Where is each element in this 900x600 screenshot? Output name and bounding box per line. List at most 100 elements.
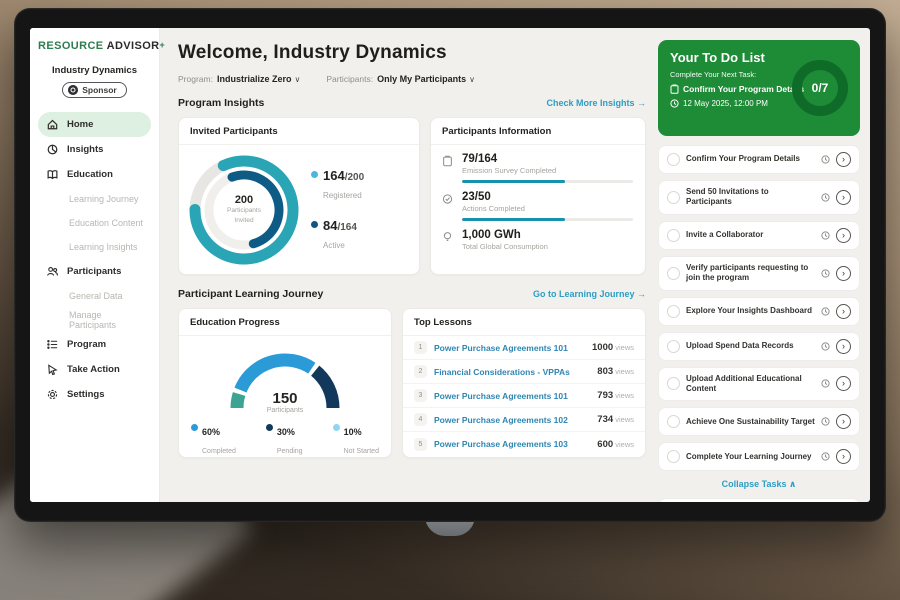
sidebar-item-general-data[interactable]: General Data: [38, 284, 151, 308]
lesson-title-link[interactable]: Financial Considerations - VPPAs: [434, 367, 590, 377]
go-to-learning-journey-link[interactable]: Go to Learning Journey →: [533, 289, 646, 299]
task-row[interactable]: Upload Additional Educational Content ›: [658, 367, 860, 402]
dashboard-screen: RESOURCE ADVISOR+ Industry Dynamics Spon…: [30, 28, 870, 502]
task-row[interactable]: Invite a Collaborator ›: [658, 221, 860, 250]
clock-icon: [821, 155, 830, 164]
task-row[interactable]: Upload Spend Data Records ›: [658, 332, 860, 361]
task-row[interactable]: Confirm Your Program Details ›: [658, 145, 860, 174]
legend-label: Active: [323, 241, 345, 250]
invited-participants-card: Invited Participants 200 Participants In…: [178, 117, 420, 275]
participants-filter-value: Only My Participants: [377, 74, 466, 84]
actions-icon: [441, 191, 454, 205]
lesson-title-link[interactable]: Power Purchase Agreements 101: [434, 391, 590, 401]
info-value: 23/50: [462, 191, 633, 203]
task-checkbox[interactable]: [667, 305, 680, 318]
task-go-button[interactable]: ›: [836, 228, 851, 243]
info-row-actions: 23/50 Actions Completed: [431, 183, 645, 221]
views-suffix: views: [613, 343, 634, 352]
sidebar-item-insights[interactable]: Insights: [38, 137, 151, 162]
todo-next-time: 12 May 2025, 12:00 PM: [683, 99, 768, 108]
task-go-button[interactable]: ›: [836, 449, 851, 464]
lesson-title-link[interactable]: Power Purchase Agreements 102: [434, 415, 590, 425]
task-checkbox[interactable]: [667, 415, 680, 428]
legend-value: 84: [323, 218, 337, 233]
task-checkbox[interactable]: [667, 267, 680, 280]
info-value: 1,000 GWh: [462, 229, 633, 241]
sidebar-item-label: Participants: [67, 266, 121, 277]
sidebar-item-label: General Data: [69, 291, 123, 301]
task-row[interactable]: Explore Your Insights Dashboard ›: [658, 297, 860, 326]
info-value: 79/164: [462, 153, 633, 165]
task-go-button[interactable]: ›: [836, 414, 851, 429]
task-checkbox[interactable]: [667, 153, 680, 166]
info-label: Emission Survey Completed: [462, 166, 633, 175]
task-go-button[interactable]: ›: [836, 304, 851, 319]
legend-dot: [266, 424, 273, 431]
task-checkbox[interactable]: [667, 450, 680, 463]
link-label: Go to Learning Journey: [533, 289, 635, 299]
task-checkbox[interactable]: [667, 191, 680, 204]
task-go-button[interactable]: ›: [836, 152, 851, 167]
lesson-rank: 2: [414, 365, 427, 378]
task-checkbox[interactable]: [667, 377, 680, 390]
task-go-button[interactable]: ›: [836, 190, 851, 205]
task-checkbox[interactable]: [667, 340, 680, 353]
lesson-title-link[interactable]: Power Purchase Agreements 103: [434, 439, 590, 449]
lesson-row: 3 Power Purchase Agreements 101 793 view…: [403, 384, 645, 408]
recent-news-card: Recent News: [658, 498, 860, 502]
lesson-views: 600: [597, 439, 613, 450]
legend-dot: [333, 424, 340, 431]
legend-pending: 30%Pending: [266, 422, 303, 458]
sidebar-item-learning-journey[interactable]: Learning Journey: [38, 187, 151, 211]
legend-label: Not Started: [344, 448, 379, 455]
sidebar-item-home[interactable]: Home: [38, 112, 151, 137]
collapse-tasks-link[interactable]: Collapse Tasks ∧: [658, 479, 860, 490]
program-filter-value: Industrialize Zero: [217, 74, 292, 84]
clock-icon: [821, 379, 830, 388]
insights-icon: [46, 143, 59, 156]
task-label: Verify participants requesting to join t…: [686, 263, 815, 284]
participants-filter[interactable]: Participants:Only My Participants∨: [326, 74, 475, 84]
task-go-button[interactable]: ›: [836, 266, 851, 281]
lesson-views: 1000: [592, 342, 613, 353]
lesson-row: 2 Financial Considerations - VPPAs 803 v…: [403, 360, 645, 384]
legend-label: Registered: [323, 191, 362, 200]
gauge-center-value: 150: [221, 390, 349, 407]
sidebar-item-label: Education: [67, 169, 113, 180]
task-row[interactable]: Send 50 Invitations to Participants ›: [658, 180, 860, 215]
chevron-down-icon: ∨: [469, 75, 475, 84]
top-lessons-card: Top Lessons 1 Power Purchase Agreements …: [402, 308, 646, 458]
sidebar-item-learning-insights[interactable]: Learning Insights: [38, 235, 151, 259]
sidebar-item-label: Settings: [67, 389, 104, 400]
lesson-row: 5 Power Purchase Agreements 103 600 view…: [403, 432, 645, 456]
program-filter[interactable]: Program:Industrialize Zero∨: [178, 74, 300, 84]
sidebar-item-program[interactable]: Program: [38, 332, 151, 357]
clock-icon: [821, 307, 830, 316]
task-row[interactable]: Complete Your Learning Journey ›: [658, 442, 860, 471]
settings-icon: [46, 388, 59, 401]
sidebar-item-settings[interactable]: Settings: [38, 382, 151, 407]
sidebar-item-education[interactable]: Education: [38, 162, 151, 187]
legend-value: 10%: [344, 427, 362, 437]
sidebar-item-take-action[interactable]: Take Action: [38, 357, 151, 382]
donut-center-label: Participants Invited: [227, 206, 261, 226]
views-suffix: views: [613, 367, 634, 376]
sidebar-item-participants[interactable]: Participants: [38, 259, 151, 284]
task-checkbox[interactable]: [667, 229, 680, 242]
task-go-button[interactable]: ›: [836, 339, 851, 354]
logo-primary: RESOURCE: [38, 40, 104, 52]
education-progress-card: Education Progress 150 Participants 60%C…: [178, 308, 392, 458]
task-row[interactable]: Achieve One Sustainability Target ›: [658, 407, 860, 436]
lesson-rank: 3: [414, 389, 427, 402]
lesson-row: 4 Power Purchase Agreements 102 734 view…: [403, 408, 645, 432]
legend-value: 30%: [277, 427, 295, 437]
task-go-button[interactable]: ›: [836, 376, 851, 391]
sidebar-item-manage-participants[interactable]: Manage Participants: [38, 308, 151, 332]
legend-value: 164: [323, 168, 345, 183]
task-row[interactable]: Verify participants requesting to join t…: [658, 256, 860, 291]
check-more-insights-link[interactable]: Check More Insights →: [546, 98, 646, 108]
logo-secondary: ADVISOR: [107, 40, 160, 52]
lesson-title-link[interactable]: Power Purchase Agreements 101: [434, 343, 585, 353]
sidebar-item-education-content[interactable]: Education Content: [38, 211, 151, 235]
clock-icon: [821, 342, 830, 351]
